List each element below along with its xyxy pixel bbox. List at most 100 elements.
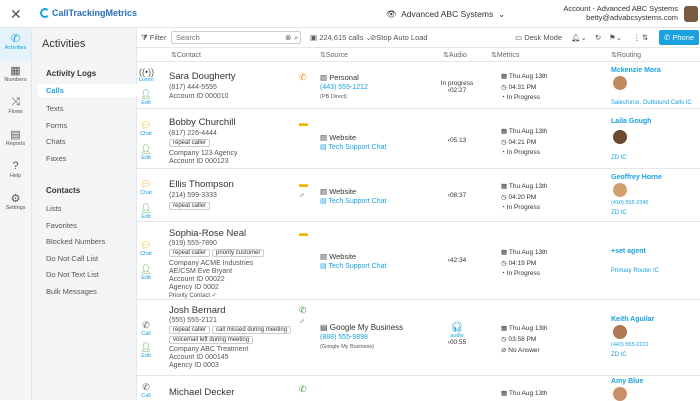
table-row[interactable]: 💬︎ Chat 👤︎ Edit Bobby Churchill (817) 226-… bbox=[137, 109, 700, 169]
source-link[interactable]: ▤ Tech Support Chat bbox=[320, 143, 386, 151]
contact-tag[interactable]: repeat caller bbox=[169, 249, 211, 257]
source-link[interactable]: ▤ Tech Support Chat bbox=[320, 262, 386, 270]
chat-button[interactable]: 💬︎ Chat bbox=[139, 240, 153, 257]
col-metrics[interactable]: ⇅Metrics bbox=[491, 51, 519, 59]
contact-tag[interactable]: repeat caller bbox=[169, 139, 211, 147]
sidebar-item-faxes[interactable]: Faxes bbox=[46, 154, 66, 163]
edit-button[interactable]: 👤︎ Edit bbox=[139, 203, 153, 220]
agent-name[interactable]: Geoffrey Horne bbox=[611, 174, 662, 181]
agent-phone[interactable]: (410) 555-2345 bbox=[611, 200, 649, 206]
table-row[interactable]: ✆ Call Michael Decker ✆ ▦ Thu Aug 13th Am… bbox=[137, 376, 700, 401]
close-icon[interactable]: ✕ bbox=[10, 6, 22, 23]
clear-search-icon[interactable]: ⊗ bbox=[285, 33, 291, 42]
sidebar-item-lists[interactable]: Lists bbox=[46, 204, 61, 213]
audio-duration: 42:34 bbox=[449, 257, 467, 264]
flag-icon[interactable]: ⚑⌄ bbox=[609, 33, 622, 42]
sidebar-item-forms[interactable]: Forms bbox=[46, 121, 67, 130]
col-contact[interactable]: ⇅Contact bbox=[171, 51, 201, 59]
bell-icon[interactable]: 🔔︎⌄ bbox=[571, 33, 587, 42]
more-icon[interactable]: ⋮ bbox=[633, 33, 641, 42]
call-button[interactable]: ✆ Call bbox=[139, 382, 153, 399]
sidebar-item-bulk-messages[interactable]: Bulk Messages bbox=[46, 287, 97, 296]
sidebar-item-texts[interactable]: Texts bbox=[46, 104, 64, 113]
nav-reports[interactable]: ▤ Reports bbox=[0, 124, 31, 156]
source-number[interactable]: (443) 555-1212 bbox=[320, 84, 368, 91]
contact-tag[interactable]: repeat caller bbox=[169, 202, 211, 210]
agent-name[interactable]: Amy Blue bbox=[611, 378, 643, 385]
nav-numbers[interactable]: ▦ Numbers bbox=[0, 60, 31, 92]
company: Company ACME Industries bbox=[169, 260, 254, 267]
desk-mode-button[interactable]: ▭ Desk Mode bbox=[515, 33, 562, 42]
stop-auto-load-button[interactable]: ⊘Stop Auto Load bbox=[370, 33, 428, 42]
table-row[interactable]: 💬︎ Chat 👤︎ Edit Ellis Thompson (214) 599-3… bbox=[137, 169, 700, 222]
source-number[interactable]: (888) 555-9898 bbox=[320, 334, 368, 341]
source-sub-label: Tech Support Chat bbox=[328, 144, 387, 151]
search-icon[interactable]: ⌕ bbox=[294, 33, 298, 43]
sidebar-item-blocked-numbers[interactable]: Blocked Numbers bbox=[46, 237, 105, 246]
source-name: ▤ Website bbox=[320, 133, 356, 142]
listen-button[interactable]: ((•)) Listen bbox=[139, 67, 154, 83]
table-row[interactable]: ✆ Call 👤︎ Edit Josh Bernard (555) 555-2121… bbox=[137, 300, 700, 376]
contact-name[interactable]: Ellis Thompson bbox=[169, 179, 234, 190]
contact-tag[interactable]: call missed during meeting bbox=[212, 326, 292, 334]
contact-name[interactable]: Michael Decker bbox=[169, 387, 234, 398]
audio-player[interactable]: 🎧︎ audio ‹00:55 bbox=[437, 322, 477, 346]
account-switcher[interactable]: 👁 Advanced ABC Systems ⌄ bbox=[386, 9, 505, 20]
sidebar-item-chats[interactable]: Chats bbox=[46, 137, 66, 146]
sidebar-item-favorites[interactable]: Favorites bbox=[46, 221, 77, 230]
nav-settings[interactable]: ⚙ Settings bbox=[0, 188, 31, 220]
agent-name[interactable]: Laila Gough bbox=[611, 118, 651, 125]
contact-tag[interactable]: repeat caller bbox=[169, 326, 211, 334]
col-source[interactable]: ⇅Source bbox=[320, 51, 348, 59]
nav-flows[interactable]: ⤨ Flows bbox=[0, 92, 31, 124]
calendar-icon: ▦ bbox=[501, 183, 508, 190]
agent-name[interactable]: Keith Aguilar bbox=[611, 316, 654, 323]
contact-name[interactable]: Sara Dougherty bbox=[169, 71, 236, 82]
progress-icon: ◔ bbox=[501, 270, 505, 277]
routing-detail[interactable]: ZD IC bbox=[611, 210, 627, 216]
routing-detail[interactable]: Salesforce, Outbound Calls IC bbox=[611, 100, 692, 106]
calendar-icon: ▦ bbox=[501, 128, 508, 135]
nav-help[interactable]: ? Help bbox=[0, 156, 31, 188]
edit-button[interactable]: 👤︎ Edit bbox=[139, 342, 153, 359]
chat-button[interactable]: 💬︎ Chat bbox=[139, 179, 153, 196]
nav-activities[interactable]: ✆ Activities bbox=[0, 28, 31, 60]
col-audio[interactable]: ⇅Audio bbox=[443, 51, 467, 59]
table-row[interactable]: ((•)) Listen 👤︎ Edit Sara Dougherty (817) … bbox=[137, 62, 700, 109]
set-agent-link[interactable]: +set agent bbox=[611, 248, 646, 255]
audio-status-text: In progress bbox=[440, 80, 474, 87]
routing-detail[interactable]: ZD IC bbox=[611, 155, 627, 161]
sidebar-item-do-not-call[interactable]: Do Not Call List bbox=[46, 254, 98, 263]
contact-tag[interactable]: voicemail left during meeting bbox=[169, 336, 254, 344]
source-link[interactable]: ▤ Tech Support Chat bbox=[320, 197, 386, 205]
agent-phone[interactable]: (443) 555-2222 bbox=[611, 342, 649, 348]
contact-name[interactable]: Sophia-Rose Neal bbox=[169, 228, 246, 239]
contact-name[interactable]: Bobby Churchill bbox=[169, 117, 236, 128]
chat-button[interactable]: 💬︎ Chat bbox=[139, 120, 153, 137]
sidebar-item-do-not-text[interactable]: Do Not Text List bbox=[46, 270, 99, 279]
search-input[interactable] bbox=[171, 31, 301, 44]
sort-icon[interactable]: ⇅ bbox=[642, 33, 648, 42]
phone-button[interactable]: ✆ Phone bbox=[659, 30, 699, 45]
app-logo[interactable]: CallTrackingMetrics bbox=[40, 8, 137, 18]
routing-detail[interactable]: ZD IC bbox=[611, 352, 627, 358]
routing-detail[interactable]: Primary Router IC bbox=[611, 268, 659, 274]
sidebar-item-calls[interactable]: Calls bbox=[38, 84, 137, 97]
agent-name[interactable]: Mckenzie Mora bbox=[611, 67, 661, 74]
edit-button[interactable]: 👤︎ Edit bbox=[139, 144, 153, 161]
edit-button[interactable]: 👤︎ Edit bbox=[139, 264, 153, 281]
edit-label: Edit bbox=[141, 155, 151, 161]
user-avatar[interactable] bbox=[684, 6, 698, 22]
contact-tag[interactable]: priority customer bbox=[212, 249, 265, 257]
refresh-icon[interactable]: ↻ bbox=[595, 33, 601, 42]
contact-name[interactable]: Josh Bernard bbox=[169, 305, 226, 316]
building-icon: ▤ bbox=[320, 187, 328, 196]
account-info[interactable]: Account - Advanced ABC Systems betty@adv… bbox=[548, 4, 678, 22]
filter-button[interactable]: ⧩ Filter bbox=[141, 33, 166, 43]
metrics: ▦ Thu Aug 13th ◷ 03:58 PM ⊘ No Answer bbox=[501, 324, 548, 354]
col-routing[interactable]: ⇅Routing bbox=[611, 51, 641, 59]
call-button[interactable]: ✆ Call bbox=[139, 320, 153, 337]
edit-button[interactable]: 👤︎ Edit bbox=[139, 89, 153, 106]
table-row[interactable]: 💬︎ Chat 👤︎ Edit Sophia-Rose Neal (919) 555… bbox=[137, 222, 700, 300]
calls-count[interactable]: ▣ 224,615 calls ⌄ bbox=[310, 33, 372, 42]
